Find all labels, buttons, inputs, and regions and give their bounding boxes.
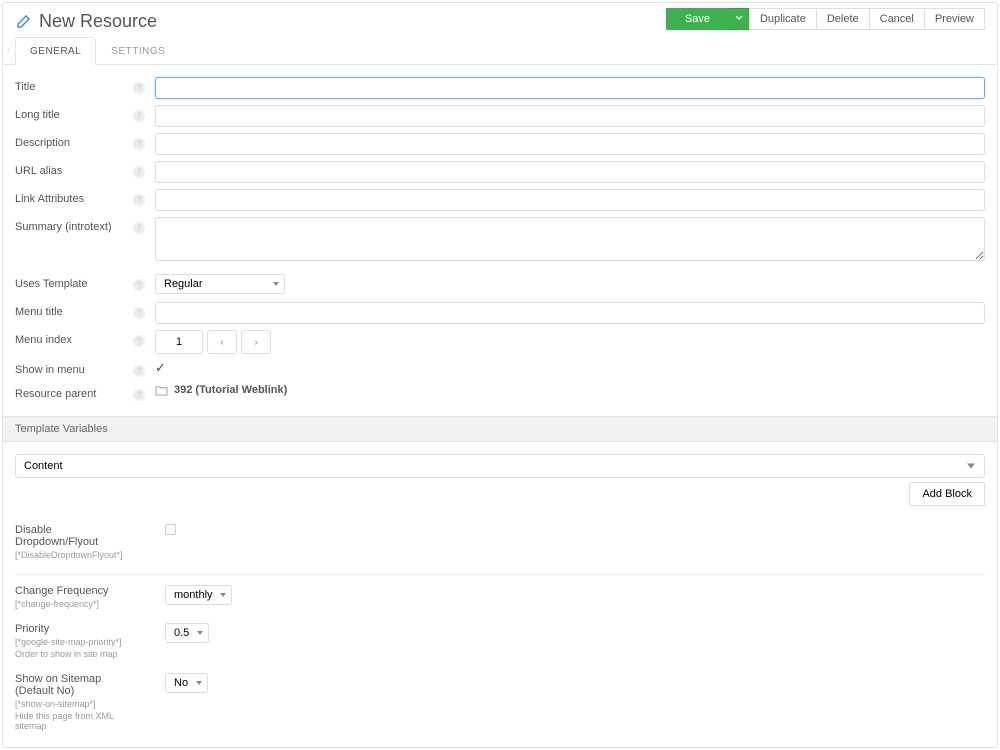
tv-priority-label: Priority xyxy=(15,623,135,635)
duplicate-button[interactable]: Duplicate xyxy=(749,8,817,30)
label-linkattr: Link Attributes xyxy=(15,189,133,205)
save-button[interactable]: Save xyxy=(666,8,729,30)
tv-sitemap-key: [*show-on-sitemap*] xyxy=(15,699,135,709)
label-template: Uses Template xyxy=(15,274,133,290)
save-dropdown-button[interactable] xyxy=(728,8,750,30)
title-input[interactable] xyxy=(155,77,985,99)
tv-change-freq-select[interactable]: monthly xyxy=(165,585,232,605)
menuindex-input[interactable] xyxy=(155,330,203,354)
menuindex-increment[interactable]: › xyxy=(241,330,271,354)
tv-disable-flyout-checkbox[interactable] xyxy=(165,524,176,535)
tab-scroll-left[interactable]: ‹ xyxy=(7,44,10,55)
tv-sitemap-help: Hide this page from XML sitemap xyxy=(15,711,135,731)
folder-icon xyxy=(155,385,168,396)
tab-settings[interactable]: SETTINGS xyxy=(96,37,180,65)
label-longtitle: Long title xyxy=(15,105,133,121)
delete-button[interactable]: Delete xyxy=(816,8,870,30)
tv-priority-select[interactable]: 0.5 xyxy=(165,623,209,643)
help-icon[interactable]: ? xyxy=(133,307,145,319)
introtext-input[interactable] xyxy=(155,217,985,261)
preview-button[interactable]: Preview xyxy=(924,8,985,30)
add-block-button[interactable]: Add Block xyxy=(909,482,985,506)
alias-input[interactable] xyxy=(155,161,985,183)
help-icon[interactable]: ? xyxy=(133,82,145,94)
parent-value[interactable]: 392 (Tutorial Weblink) xyxy=(174,384,287,396)
tv-disable-flyout-key: [*DisableDropdownFlyout*] xyxy=(15,550,135,560)
label-alias: URL alias xyxy=(15,161,133,177)
menuindex-decrement[interactable]: ‹ xyxy=(207,330,237,354)
tab-general[interactable]: GENERAL xyxy=(15,37,96,65)
cancel-button[interactable]: Cancel xyxy=(869,8,925,30)
page-title: New Resource xyxy=(39,11,157,32)
edit-icon xyxy=(15,14,31,30)
help-icon[interactable]: ? xyxy=(133,110,145,122)
help-icon[interactable]: ? xyxy=(133,222,145,234)
label-description: Description xyxy=(15,133,133,149)
label-parent: Resource parent xyxy=(15,384,133,400)
label-menutitle: Menu title xyxy=(15,302,133,318)
help-icon[interactable]: ? xyxy=(133,138,145,150)
label-menuindex: Menu index xyxy=(15,330,133,346)
help-icon[interactable]: ? xyxy=(133,194,145,206)
description-input[interactable] xyxy=(155,133,985,155)
help-icon[interactable]: ? xyxy=(133,335,145,347)
label-title: Title xyxy=(15,77,133,93)
menutitle-input[interactable] xyxy=(155,302,985,324)
chevron-down-icon xyxy=(735,14,743,22)
tv-disable-flyout-label: Disable Dropdown/Flyout xyxy=(15,524,135,548)
tv-sitemap-select[interactable]: No xyxy=(165,673,208,693)
tv-sitemap-label: Show on Sitemap (Default No) xyxy=(15,673,135,697)
label-introtext: Summary (introtext) xyxy=(15,217,133,233)
tv-priority-help: Order to show in site map xyxy=(15,649,135,659)
help-icon[interactable]: ? xyxy=(133,389,145,401)
divider xyxy=(15,574,985,575)
showinmenu-checkbox[interactable]: ✓ xyxy=(155,360,166,375)
template-select[interactable]: Regular xyxy=(155,274,285,294)
tv-change-freq-key: [*change-frequency*] xyxy=(15,599,135,609)
label-showinmenu: Show in menu xyxy=(15,360,133,376)
content-block-select[interactable]: Content xyxy=(15,454,985,478)
help-icon[interactable]: ? xyxy=(133,365,145,377)
template-variables-header: Template Variables xyxy=(3,416,997,442)
help-icon[interactable]: ? xyxy=(133,279,145,291)
tv-change-freq-label: Change Frequency xyxy=(15,585,135,597)
help-icon[interactable]: ? xyxy=(133,166,145,178)
tv-priority-key: [*google-site-map-priority*] xyxy=(15,637,135,647)
linkattr-input[interactable] xyxy=(155,189,985,211)
longtitle-input[interactable] xyxy=(155,105,985,127)
